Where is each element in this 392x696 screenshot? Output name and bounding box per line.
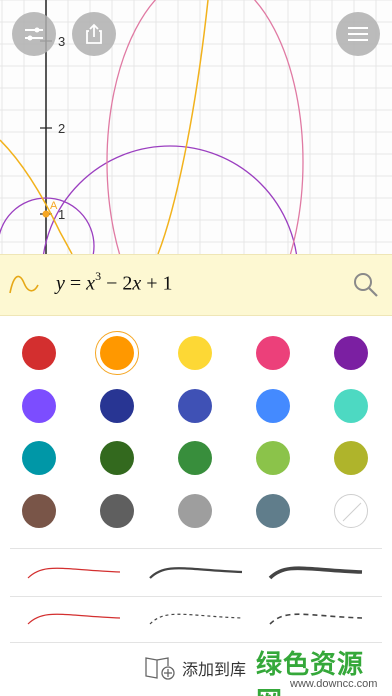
- divider: [10, 596, 382, 597]
- color-swatch[interactable]: [256, 494, 290, 528]
- color-swatch[interactable]: [334, 336, 368, 370]
- share-icon: [86, 23, 102, 44]
- sliders-icon: [25, 27, 43, 41]
- pink-curve: [106, 0, 304, 254]
- line-style-thin-red[interactable]: [24, 558, 124, 588]
- add-to-library-button[interactable]: 添加到库: [144, 653, 246, 683]
- line-style-thick-dark[interactable]: [266, 558, 366, 588]
- formula-expression[interactable]: y = x3 − 2x + 1: [56, 269, 173, 296]
- formula-y: y: [56, 272, 65, 295]
- color-swatch[interactable]: [100, 389, 134, 423]
- color-swatch[interactable]: [22, 441, 56, 475]
- formula-const: 1: [162, 272, 173, 295]
- line-style-dashed-medium[interactable]: [266, 604, 366, 634]
- formula-plus: +: [146, 272, 158, 295]
- graph-plot[interactable]: 321A: [0, 0, 392, 254]
- point-a-label: A: [50, 200, 58, 212]
- color-palette: [0, 316, 392, 546]
- color-swatch[interactable]: [178, 494, 212, 528]
- color-swatch[interactable]: [178, 389, 212, 423]
- color-swatch[interactable]: [256, 441, 290, 475]
- color-swatch[interactable]: [100, 441, 134, 475]
- color-swatch[interactable]: [334, 389, 368, 423]
- y-tick-label: 3: [58, 34, 65, 49]
- watermark: 绿色资源网 www.downcc.com: [250, 642, 390, 696]
- point-a: [42, 210, 50, 218]
- divider: [10, 548, 382, 549]
- book-add-icon: [145, 657, 175, 680]
- line-style-solid-red[interactable]: [24, 604, 124, 634]
- graph-canvas[interactable]: 321A: [0, 0, 392, 254]
- color-swatch[interactable]: [256, 336, 290, 370]
- formula-minus: −: [106, 272, 118, 295]
- menu-button[interactable]: [336, 12, 380, 56]
- color-swatch[interactable]: [334, 441, 368, 475]
- orange-curve-left: [0, 139, 73, 254]
- color-swatch[interactable]: [178, 336, 212, 370]
- color-swatch[interactable]: [178, 441, 212, 475]
- watermark-url: www.downcc.com: [290, 678, 378, 690]
- purple-circle-large: [42, 145, 298, 254]
- swatch-none[interactable]: [334, 494, 368, 528]
- line-style-medium-dark[interactable]: [146, 558, 246, 588]
- formula-x1: x: [86, 272, 96, 295]
- settings-button[interactable]: [12, 12, 56, 56]
- color-swatch[interactable]: [22, 336, 56, 370]
- formula-exponent: 3: [95, 269, 102, 283]
- y-tick-label: 2: [58, 121, 65, 136]
- color-swatch[interactable]: [22, 494, 56, 528]
- hamburger-menu-icon: [348, 27, 368, 41]
- share-button[interactable]: [72, 12, 116, 56]
- search-icon[interactable]: [352, 271, 380, 299]
- add-to-library-label: 添加到库: [182, 662, 247, 679]
- line-style-dashed-thin[interactable]: [146, 604, 246, 634]
- formula-bar[interactable]: y = x3 − 2x + 1: [0, 254, 392, 316]
- curve-function-icon[interactable]: [8, 271, 40, 297]
- formula-eq: =: [69, 272, 82, 295]
- color-swatch[interactable]: [22, 389, 56, 423]
- color-swatch[interactable]: [95, 331, 139, 375]
- no-color-icon: [342, 502, 362, 522]
- color-swatch[interactable]: [256, 389, 290, 423]
- formula-x2: x: [132, 272, 142, 295]
- formula-coef: 2: [122, 272, 133, 295]
- color-swatch[interactable]: [100, 494, 134, 528]
